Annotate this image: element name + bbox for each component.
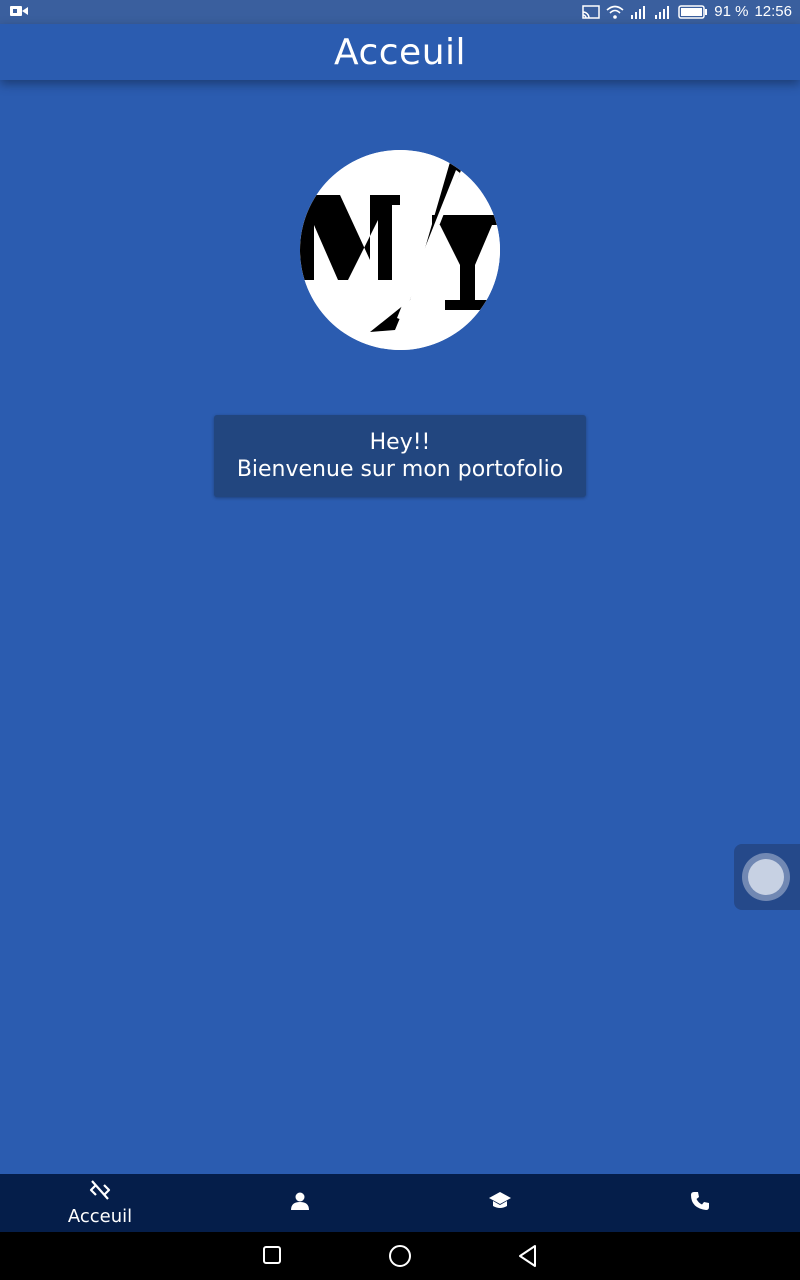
status-bar: 91 % 12:56 <box>0 0 800 24</box>
signal-icon <box>654 5 672 19</box>
signal-icon <box>630 5 648 19</box>
nav-item-contact[interactable] <box>600 1174 800 1232</box>
recent-apps-icon[interactable] <box>262 1244 282 1270</box>
welcome-message: Bienvenue sur mon portofolio <box>236 457 564 482</box>
page-title: Acceuil <box>333 31 467 73</box>
assistive-touch-ring <box>742 853 790 901</box>
battery-percent: 91 % <box>714 3 749 20</box>
nav-item-label: Acceuil <box>67 1205 133 1227</box>
logo <box>300 150 500 350</box>
video-camera-icon <box>10 4 28 22</box>
welcome-greeting: Hey!! <box>369 430 431 455</box>
school-icon <box>488 1191 512 1215</box>
app-bar: Acceuil <box>0 24 800 80</box>
cast-icon <box>582 4 600 19</box>
assistive-touch-button[interactable] <box>734 844 800 910</box>
nav-item-education[interactable] <box>400 1174 600 1232</box>
welcome-card: Hey!! Bienvenue sur mon portofolio <box>214 415 586 497</box>
nav-item-acceuil[interactable]: Acceuil <box>0 1174 200 1232</box>
bottom-navigation: Acceuil <box>0 1174 800 1232</box>
main-content: Hey!! Bienvenue sur mon portofolio <box>0 80 800 1174</box>
battery-icon <box>678 4 708 19</box>
clock: 12:56 <box>754 3 792 20</box>
back-icon[interactable] <box>517 1244 539 1272</box>
system-navigation-bar <box>0 1232 800 1280</box>
wifi-icon <box>606 5 624 19</box>
home-icon[interactable] <box>387 1244 413 1272</box>
nav-item-profile[interactable] <box>200 1174 400 1232</box>
phone-icon <box>690 1191 710 1215</box>
person-icon <box>290 1191 310 1215</box>
code-off-icon <box>89 1179 111 1204</box>
assistive-touch-dot <box>748 859 784 895</box>
